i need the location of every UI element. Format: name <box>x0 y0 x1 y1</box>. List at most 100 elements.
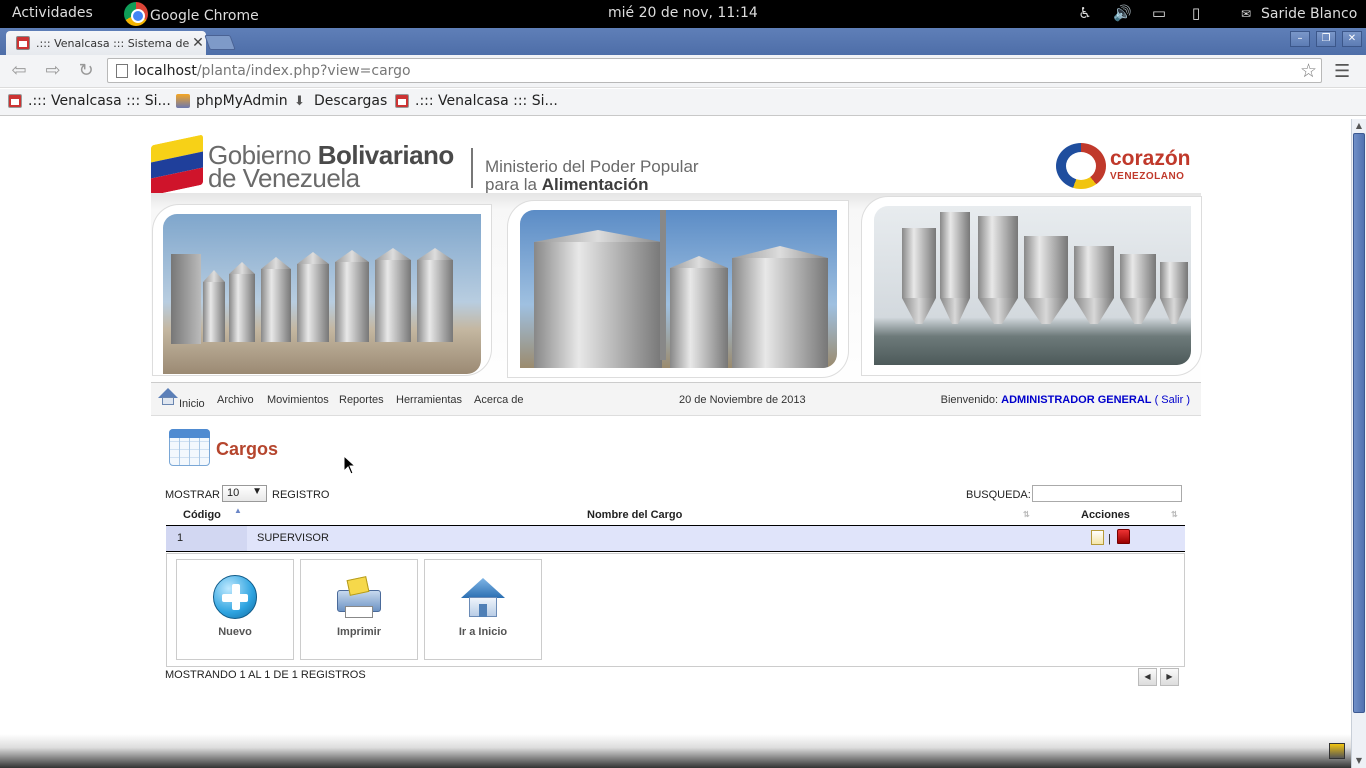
imprimir-button[interactable]: Imprimir <box>300 559 418 660</box>
tab-title: .::: Venalcasa ::: Sistema de <box>36 36 190 50</box>
col-nombre[interactable]: Nombre del Cargo <box>587 509 682 521</box>
vertical-scrollbar[interactable]: ▲ ▼ <box>1351 119 1366 768</box>
action-separator: | <box>1108 533 1111 545</box>
notification-tray-icon[interactable] <box>1329 743 1345 759</box>
scroll-down-icon[interactable]: ▼ <box>1352 754 1366 767</box>
url-host: localhost <box>134 62 197 79</box>
user-menu[interactable]: ✉ Saride Blanco <box>1237 5 1357 23</box>
chevron-down-icon: ▼ <box>252 486 262 497</box>
next-page-button[interactable]: ▶ <box>1160 668 1179 686</box>
page-size-select[interactable]: 10 ▼ <box>222 485 267 502</box>
sort-icon[interactable]: ⇅ <box>1023 510 1030 519</box>
bookmark-descargas[interactable]: ⬇ Descargas <box>294 93 387 109</box>
tab-strip: .::: Venalcasa ::: Sistema de ✕ – ❐ ✕ <box>0 28 1366 55</box>
battery-icon[interactable]: ▯ <box>1187 4 1205 22</box>
system-tray: ♿ 🔊 ▭ ▯ <box>1076 4 1205 22</box>
bookmark-phpmyadmin[interactable]: phpMyAdmin <box>176 93 288 109</box>
sort-icon[interactable]: ⇅ <box>1171 510 1178 519</box>
nav-item-reportes[interactable]: Reportes <box>339 394 384 406</box>
col-codigo[interactable]: Código <box>183 509 221 521</box>
minimize-window-button[interactable]: – <box>1290 31 1310 47</box>
table-row[interactable]: 1 SUPERVISOR | <box>166 526 1185 552</box>
clock[interactable]: mié 20 de nov, 11:14 <box>608 5 758 21</box>
silo-photo-2 <box>520 210 837 368</box>
chrome-menu-icon[interactable]: ☰ <box>1334 61 1350 82</box>
close-window-button[interactable]: ✕ <box>1342 31 1362 47</box>
silo-photo-1 <box>163 214 481 374</box>
col-acciones[interactable]: Acciones <box>1081 509 1130 521</box>
browser-toolbar: ⇦ ⇨ ↻ localhost/planta/index.php?view=ca… <box>0 55 1366 88</box>
venalcasa-favicon-icon <box>8 94 22 108</box>
logout-link[interactable]: Salir <box>1161 394 1183 406</box>
page-title: Cargos <box>216 439 279 459</box>
venalcasa-favicon-icon <box>16 36 30 50</box>
header-banner: Gobierno Bolivariano de Venezuela Minist… <box>151 134 1201 398</box>
nav-item-inicio[interactable]: Inicio <box>179 398 205 410</box>
cell-nombre: SUPERVISOR <box>257 532 329 544</box>
records-info: MOSTRANDO 1 AL 1 DE 1 REGISTROS <box>165 669 366 681</box>
bookmark-label: .::: Venalcasa ::: Si... <box>415 93 558 109</box>
nuevo-button[interactable]: Nuevo <box>176 559 294 660</box>
scroll-up-icon[interactable]: ▲ <box>1352 119 1366 132</box>
download-icon: ⬇ <box>294 94 305 109</box>
cargos-table: Código ▲ Nombre del Cargo ⇅ Acciones ⇅ 1… <box>166 506 1185 552</box>
reload-icon[interactable]: ↻ <box>73 60 99 82</box>
user-name: Saride Blanco <box>1261 6 1358 22</box>
network-icon[interactable]: ▭ <box>1150 4 1168 22</box>
close-tab-icon[interactable]: ✕ <box>190 35 206 51</box>
registro-label: REGISTRO <box>272 489 330 501</box>
maximize-window-button[interactable]: ❐ <box>1316 31 1336 47</box>
welcome-message: Bienvenido: ADMINISTRADOR GENERAL (Salir… <box>941 394 1190 406</box>
address-bar[interactable]: localhost/planta/index.php?view=cargo ☆ <box>107 58 1322 83</box>
forward-icon[interactable]: ⇨ <box>40 60 66 82</box>
logo-divider <box>471 148 473 188</box>
nav-item-herramientas[interactable]: Herramientas <box>396 394 462 406</box>
prev-page-button[interactable]: ◀ <box>1138 668 1157 686</box>
bookmark-label: .::: Venalcasa ::: Si... <box>28 93 171 109</box>
browser-tab[interactable]: .::: Venalcasa ::: Sistema de ✕ <box>6 31 206 55</box>
bookmark-venalcasa-2[interactable]: .::: Venalcasa ::: Si... <box>395 93 558 109</box>
accessibility-icon[interactable]: ♿ <box>1076 4 1094 22</box>
bookmark-venalcasa-1[interactable]: .::: Venalcasa ::: Si... <box>8 93 171 109</box>
nav-item-acerca-de[interactable]: Acerca de <box>474 394 524 406</box>
current-user: ADMINISTRADOR GENERAL <box>1001 394 1152 406</box>
close-paren: ) <box>1186 394 1190 406</box>
cell-codigo: 1 <box>166 526 247 551</box>
chrome-logo-icon <box>124 2 148 26</box>
user-icon: ✉ <box>1240 7 1252 21</box>
volume-icon[interactable]: 🔊 <box>1113 4 1132 22</box>
phpmyadmin-favicon-icon <box>176 94 190 108</box>
home-icon[interactable] <box>158 388 178 406</box>
sort-asc-icon[interactable]: ▲ <box>234 506 242 515</box>
bookmark-label: phpMyAdmin <box>196 93 288 109</box>
nav-item-movimientos[interactable]: Movimientos <box>267 394 329 406</box>
bookmark-star-icon[interactable]: ☆ <box>1300 60 1317 82</box>
ministerio-logo-text: Ministerio del Poder Popular para la Ali… <box>485 157 699 194</box>
welcome-label: Bienvenido: <box>940 394 999 406</box>
delete-icon[interactable] <box>1117 529 1130 544</box>
action-buttons-panel: Nuevo Imprimir Ir a Inicio <box>166 553 1185 667</box>
activities-button[interactable]: Actividades <box>12 5 93 21</box>
venezuela-flag-icon <box>151 134 203 196</box>
app-menu[interactable]: Google Chrome <box>124 2 259 26</box>
gobierno-logo-text: Gobierno Bolivariano de Venezuela <box>208 140 454 193</box>
search-input[interactable] <box>1032 485 1182 502</box>
add-icon <box>213 575 257 619</box>
silo-photos <box>151 193 1201 398</box>
search-label: BUSQUEDA: <box>966 489 1031 501</box>
nav-item-archivo[interactable]: Archivo <box>217 394 254 406</box>
edit-icon[interactable] <box>1091 530 1104 545</box>
silo-photo-3 <box>874 206 1191 365</box>
scrollbar-thumb[interactable] <box>1353 133 1365 713</box>
venalcasa-favicon-icon <box>395 94 409 108</box>
show-label: MOSTRAR <box>165 489 220 501</box>
back-icon[interactable]: ⇦ <box>6 60 32 82</box>
ir-a-inicio-button[interactable]: Ir a Inicio <box>424 559 542 660</box>
calendar-table-icon <box>169 429 210 466</box>
main-nav-bar: Inicio Archivo Movimientos Reportes Herr… <box>151 382 1201 416</box>
open-paren: ( <box>1154 394 1159 406</box>
corazon-venezolano-logo: corazón VENEZOLANO <box>1056 143 1201 189</box>
new-tab-button[interactable] <box>204 35 236 50</box>
current-date: 20 de Noviembre de 2013 <box>679 394 806 406</box>
os-top-bar: Actividades Google Chrome mié 20 de nov,… <box>0 0 1366 28</box>
